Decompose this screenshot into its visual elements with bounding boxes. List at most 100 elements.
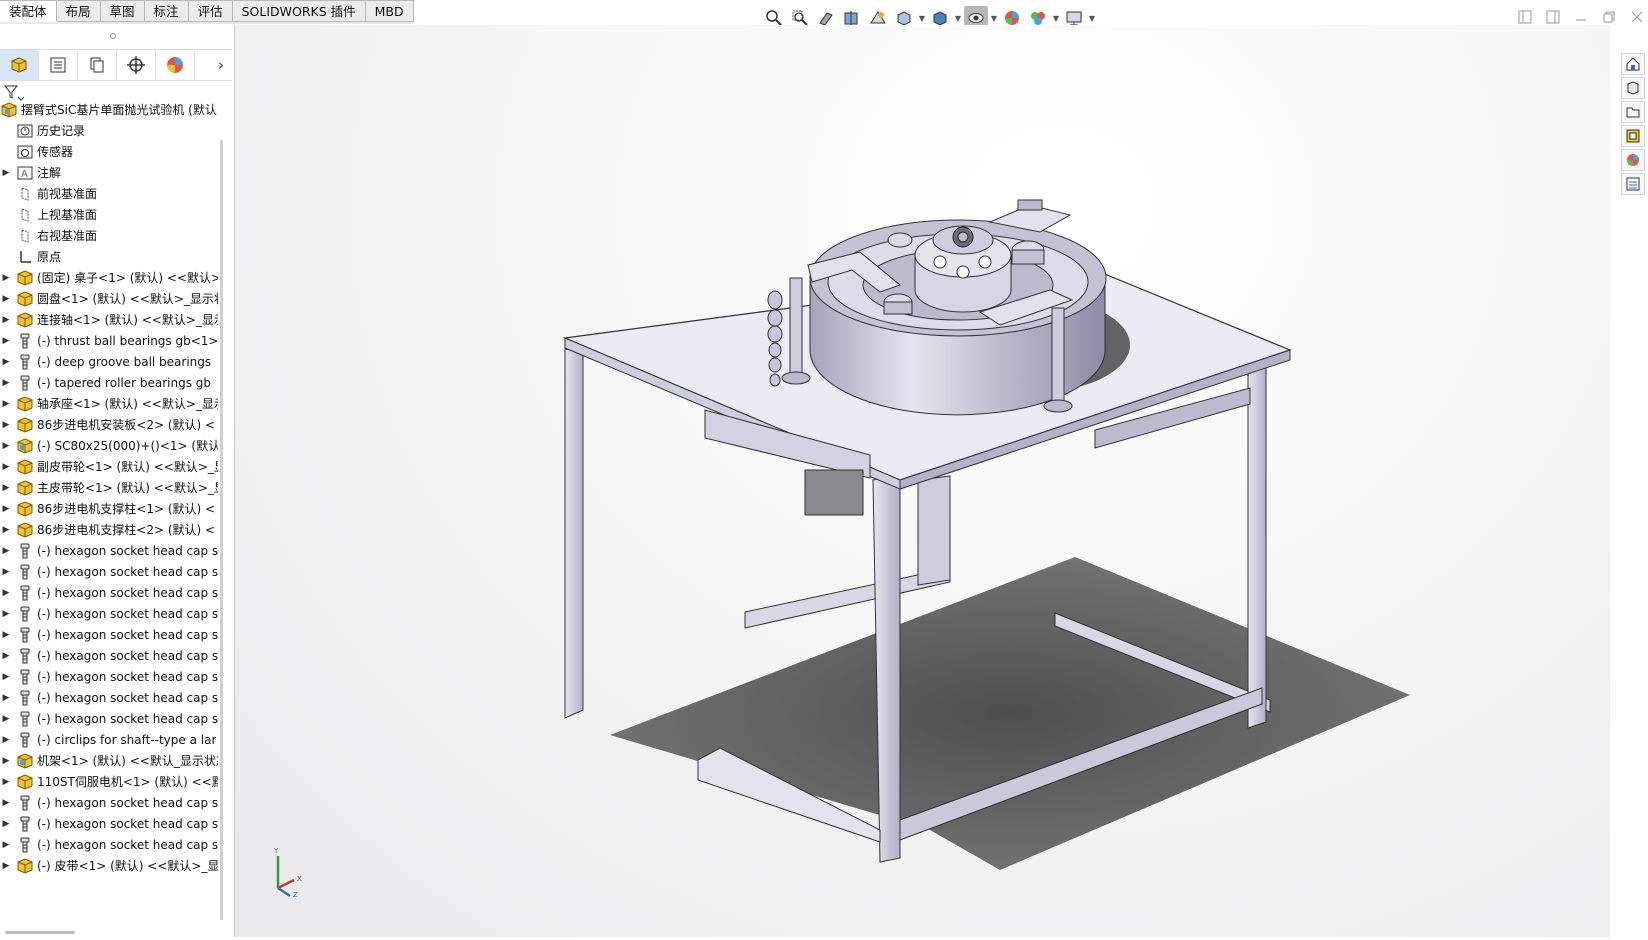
expand-arrow-icon[interactable]: ▶	[0, 162, 12, 183]
tree-item[interactable]: ▶ 86步进电机安装板<2> (默认) <	[0, 414, 218, 435]
chevron-down-icon[interactable]: ▼	[918, 14, 926, 23]
tree-item[interactable]: ▶ (-) hexagon socket head cap s	[0, 624, 218, 645]
tree-item[interactable]: ▶ (-) circlips for shaft--type a lar	[0, 729, 218, 750]
expand-arrow-icon[interactable]: ▶	[0, 351, 12, 372]
tree-item[interactable]: ▶ (-) tapered roller bearings gb	[0, 372, 218, 393]
tree-horizontal-scrollbar[interactable]	[5, 931, 75, 934]
tree-item[interactable]: ▶ (-) deep groove ball bearings	[0, 351, 218, 372]
file-explorer-icon[interactable]	[1621, 101, 1645, 123]
assembly-model[interactable]	[235, 25, 1610, 937]
tab-4[interactable]: 评估	[188, 0, 233, 22]
tree-item[interactable]: ▶ 连接轴<1> (默认) <<默认>_显示	[0, 309, 218, 330]
expand-arrow-icon[interactable]: ▶	[0, 414, 12, 435]
expand-arrow-icon[interactable]: ▶	[0, 666, 12, 687]
expand-arrow-icon[interactable]: ▶	[0, 372, 12, 393]
tree-item[interactable]: 原点	[0, 246, 218, 267]
tree-item[interactable]: ▶ 86步进电机支撑柱<2> (默认) <	[0, 519, 218, 540]
tab-3[interactable]: 标注	[144, 0, 189, 22]
tree-item[interactable]: ▶ 机架<1> (默认) <<默认_显示状态	[0, 750, 218, 771]
tree-item[interactable]: ▶ 副皮带轮<1> (默认) <<默认>_显	[0, 456, 218, 477]
tab-2[interactable]: 草图	[100, 0, 145, 22]
expand-arrow-icon[interactable]: ▶	[0, 582, 12, 603]
propertymanager-icon[interactable]	[39, 50, 78, 80]
chevron-down-icon[interactable]: ▼	[1088, 14, 1096, 23]
tree-item[interactable]: 传感器	[0, 141, 218, 162]
tree-item[interactable]: ▶ 主皮带轮<1> (默认) <<默认>_显	[0, 477, 218, 498]
custom-properties-icon[interactable]	[1621, 173, 1645, 195]
chevron-down-icon[interactable]: ▼	[990, 14, 998, 23]
tree-item-label: (-) deep groove ball bearings	[37, 354, 212, 369]
configurationmanager-icon[interactable]	[78, 50, 117, 80]
expand-arrow-icon[interactable]: ▶	[0, 309, 12, 330]
chevron-down-icon[interactable]: ▼	[954, 14, 962, 23]
expand-arrow-icon[interactable]: ▶	[0, 687, 12, 708]
expand-arrow-icon[interactable]: ▶	[0, 456, 12, 477]
expand-arrow-icon[interactable]: ▶	[0, 561, 12, 582]
scrollbar-thumb[interactable]	[220, 140, 223, 920]
tree-item[interactable]: 前视基准面	[0, 183, 218, 204]
tree-item[interactable]: ▶ (-) 皮带<1> (默认) <<默认>_显	[0, 855, 218, 876]
expand-arrow-icon[interactable]: ▶	[0, 519, 12, 540]
home-icon[interactable]	[1621, 53, 1645, 75]
tab-1[interactable]: 布局	[56, 0, 101, 22]
expand-arrow-icon[interactable]: ▶	[0, 855, 12, 876]
expand-arrow-icon[interactable]: ▶	[0, 813, 12, 834]
expand-arrow-icon[interactable]: ▶	[0, 435, 12, 456]
expand-arrow-icon[interactable]: ▶	[0, 624, 12, 645]
chevron-right-icon[interactable]: ›	[195, 50, 232, 80]
design-library-icon[interactable]	[1621, 77, 1645, 99]
expand-arrow-icon[interactable]: ▶	[0, 708, 12, 729]
tree-item[interactable]: ▶ (-) hexagon socket head cap s	[0, 582, 218, 603]
close-icon[interactable]	[1626, 6, 1648, 28]
tree-item[interactable]: ▶ (-) hexagon socket head cap s	[0, 708, 218, 729]
expand-arrow-icon[interactable]: ▶	[0, 603, 12, 624]
tree-item[interactable]: ▶ (-) hexagon socket head cap s	[0, 666, 218, 687]
chevron-down-icon[interactable]: ▼	[1052, 14, 1060, 23]
graphics-area[interactable]: Y X Z	[235, 25, 1610, 937]
tree-vertical-scrollbar[interactable]	[220, 135, 226, 930]
dimxpertmanager-icon[interactable]	[117, 50, 156, 80]
tab-0[interactable]: 装配体	[0, 0, 57, 22]
tree-item[interactable]: ▶ (固定) 桌子<1> (默认) <<默认>	[0, 267, 218, 288]
tree-item[interactable]: ▶ 圆盘<1> (默认) <<默认>_显示状	[0, 288, 218, 309]
tree-item[interactable]: ▶ 86步进电机支撑柱<1> (默认) <	[0, 498, 218, 519]
expand-arrow-icon[interactable]: ▶	[0, 330, 12, 351]
tab-6[interactable]: MBD	[365, 0, 414, 22]
tree-item[interactable]: 上视基准面	[0, 204, 218, 225]
expand-arrow-icon[interactable]: ▶	[0, 393, 12, 414]
expand-arrow-icon[interactable]: ▶	[0, 288, 12, 309]
view-palette-icon[interactable]	[1621, 125, 1645, 147]
displaymanager-icon[interactable]	[156, 50, 195, 80]
expand-arrow-icon[interactable]: ▶	[0, 771, 12, 792]
tree-item[interactable]: ▶ (-) hexagon socket head cap s	[0, 687, 218, 708]
toolbox-part-icon	[16, 626, 34, 644]
panel-grip-handle[interactable]	[110, 33, 116, 39]
expand-arrow-icon[interactable]: ▶	[0, 645, 12, 666]
tree-item[interactable]: ▶ 110ST伺服电机<1> (默认) <<默	[0, 771, 218, 792]
tree-item[interactable]: ▶ (-) hexagon socket head cap s	[0, 645, 218, 666]
tree-item[interactable]: ▶ (-) SC80x25(000)+()<1> (默认)	[0, 435, 218, 456]
tree-root[interactable]: 摆臂式SiC基片单面抛光试验机 (默认)	[0, 99, 218, 120]
tree-item[interactable]: ▶ 轴承座<1> (默认) <<默认>_显示	[0, 393, 218, 414]
tree-item[interactable]: 右视基准面	[0, 225, 218, 246]
expand-arrow-icon[interactable]: ▶	[0, 267, 12, 288]
appearances-icon[interactable]	[1621, 149, 1645, 171]
tree-item[interactable]: ▶ (-) hexagon socket head cap s	[0, 834, 218, 855]
tree-item[interactable]: ▶ (-) hexagon socket head cap s	[0, 540, 218, 561]
expand-arrow-icon[interactable]: ▶	[0, 834, 12, 855]
tree-item[interactable]: ▶ (-) hexagon socket head cap s	[0, 561, 218, 582]
expand-arrow-icon[interactable]: ▶	[0, 498, 12, 519]
tree-item[interactable]: ▶ A 注解	[0, 162, 218, 183]
expand-arrow-icon[interactable]: ▶	[0, 792, 12, 813]
expand-arrow-icon[interactable]: ▶	[0, 477, 12, 498]
tree-item[interactable]: ▶ (-) hexagon socket head cap s	[0, 813, 218, 834]
tree-item[interactable]: 历史记录	[0, 120, 218, 141]
tree-item[interactable]: ▶ (-) hexagon socket head cap s	[0, 792, 218, 813]
tab-5[interactable]: SOLIDWORKS 插件	[232, 0, 366, 22]
expand-arrow-icon[interactable]: ▶	[0, 729, 12, 750]
expand-arrow-icon[interactable]: ▶	[0, 750, 12, 771]
featuremanager-icon[interactable]	[0, 50, 39, 80]
expand-arrow-icon[interactable]: ▶	[0, 540, 12, 561]
tree-item[interactable]: ▶ (-) hexagon socket head cap s	[0, 603, 218, 624]
tree-item[interactable]: ▶ (-) thrust ball bearings gb<1>	[0, 330, 218, 351]
